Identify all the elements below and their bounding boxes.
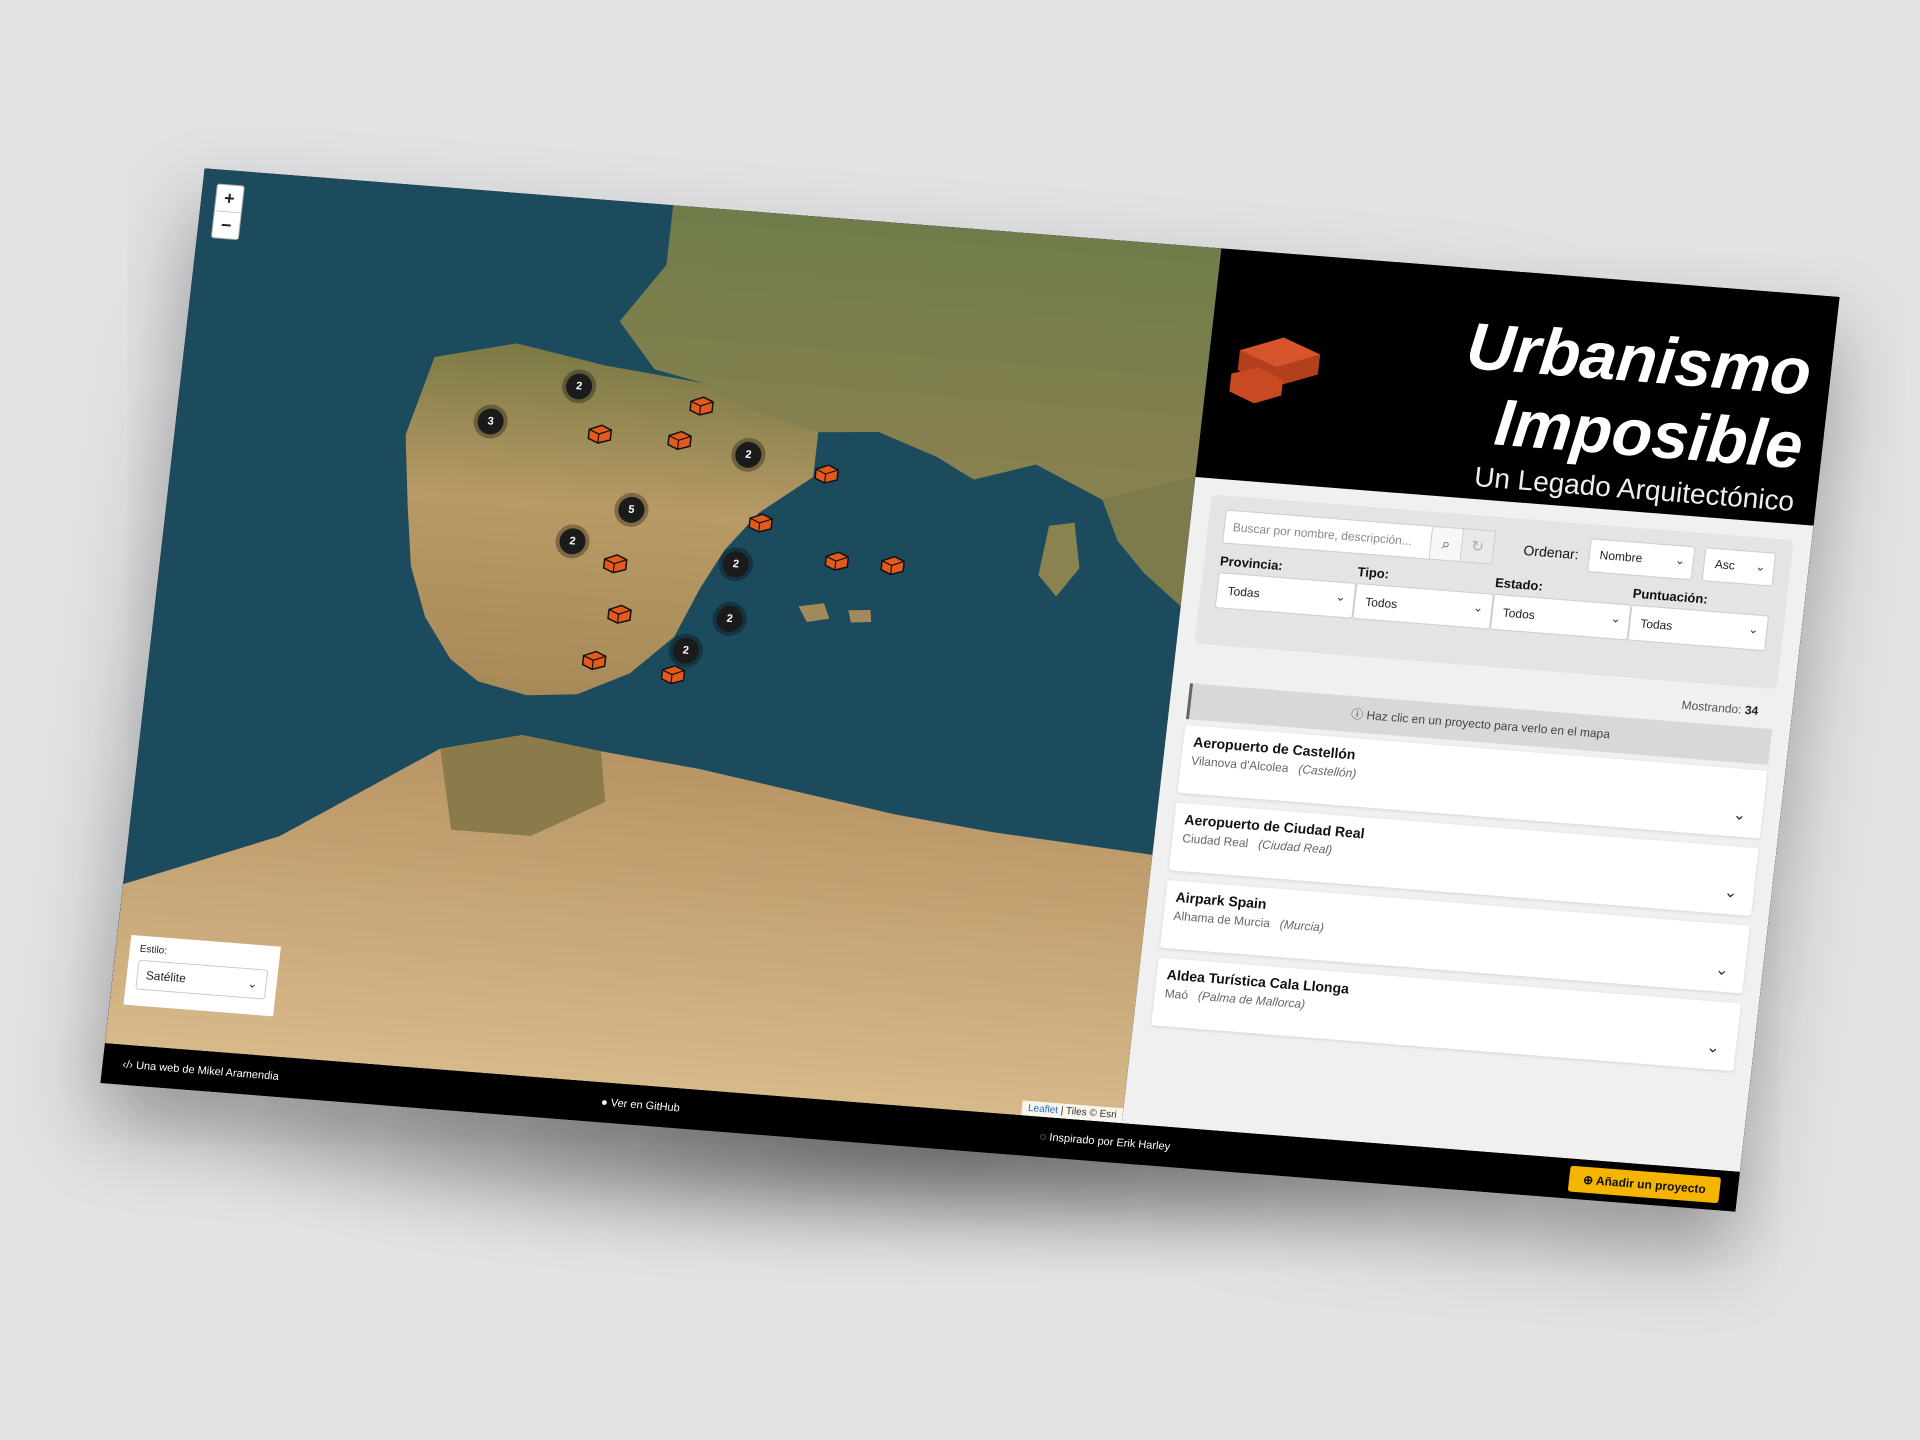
results-count-value: 34 <box>1744 702 1760 718</box>
project-province: (Murcia) <box>1279 917 1325 935</box>
leaflet-link[interactable]: Leaflet <box>1027 1103 1058 1116</box>
results-count: Mostrando: 34 <box>1681 698 1759 718</box>
project-brick-icon[interactable] <box>601 551 629 575</box>
github-link[interactable]: ● Ver en GitHub <box>600 1096 680 1114</box>
filter-puntuacion: Puntuación: Todas ⌄ <box>1627 586 1771 652</box>
author-link[interactable]: ‹/› Una web de Mikel Aramendia <box>122 1059 279 1083</box>
chevron-down-icon: ⌄ <box>1747 621 1760 637</box>
filter-provincia: Provincia: Todas ⌄ <box>1214 553 1359 619</box>
sort-direction-select[interactable]: Asc ⌄ <box>1701 547 1777 587</box>
chevron-down-icon: ⌄ <box>1674 552 1686 568</box>
chevron-down-icon: ⌄ <box>1334 589 1347 605</box>
chevron-down-icon: ⌄ <box>1610 611 1622 626</box>
page-title: Urbanismo Imposible <box>1455 308 1815 482</box>
app-window: + − 2 3 2 5 2 2 2 2 Estilo: Satélite ⌄ L… <box>100 168 1840 1212</box>
project-brick-icon[interactable] <box>879 553 907 577</box>
project-brick-icon[interactable] <box>665 427 693 451</box>
filter-tipo: Tipo: Todos ⌄ <box>1352 564 1496 630</box>
map-style-control: Estilo: Satélite ⌄ <box>123 934 281 1017</box>
filters-box: Buscar por nombre, descripción... ⌕ ↻ Or… <box>1194 494 1794 718</box>
chevron-down-icon: ⌄ <box>1754 559 1767 575</box>
chevron-down-icon[interactable]: ⌄ <box>1732 804 1748 825</box>
sort-direction-value: Asc <box>1714 557 1736 573</box>
estado-select[interactable]: Todos ⌄ <box>1489 593 1632 641</box>
map-style-value: Satélite <box>145 968 187 986</box>
add-project-label: Añadir un proyecto <box>1595 1173 1707 1197</box>
project-brick-icon[interactable] <box>823 548 851 572</box>
search-input[interactable]: Buscar por nombre, descripción... <box>1222 509 1433 560</box>
project-province: (Ciudad Real) <box>1257 837 1333 857</box>
chevron-down-icon: ⌄ <box>1472 600 1485 615</box>
sort-field-value: Nombre <box>1598 548 1644 566</box>
puntuacion-select[interactable]: Todas ⌄ <box>1627 604 1770 652</box>
add-project-button[interactable]: ⊕ Añadir un proyecto <box>1567 1165 1722 1204</box>
project-list: Aeropuerto de Castellón Vilanova d'Alcol… <box>1151 724 1768 1072</box>
puntuacion-value: Todas <box>1639 616 1674 633</box>
project-town: Alhama de Murcia <box>1172 908 1271 931</box>
chevron-down-icon[interactable]: ⌄ <box>1705 1037 1721 1058</box>
project-brick-icon[interactable] <box>688 393 716 417</box>
project-brick-icon[interactable] <box>586 421 614 445</box>
tipo-select[interactable]: Todos ⌄ <box>1352 582 1494 630</box>
chevron-down-icon: ⌄ <box>246 976 259 991</box>
github-icon: ● <box>600 1096 609 1109</box>
search-icon: ⌕ <box>1440 535 1452 554</box>
project-province: (Palma de Mallorca) <box>1197 988 1306 1012</box>
scene: + − 2 3 2 5 2 2 2 2 Estilo: Satélite ⌄ L… <box>0 0 1920 1440</box>
map-style-select[interactable]: Satélite ⌄ <box>135 959 269 1000</box>
side-panel: Urbanismo Imposible Un Legado Arquitectó… <box>1121 248 1840 1172</box>
provincia-value: Todas <box>1226 583 1261 601</box>
filter-estado: Estado: Todos ⌄ <box>1489 575 1634 641</box>
zoom-out-button[interactable]: − <box>211 210 241 240</box>
reset-button[interactable]: ↻ <box>1460 528 1496 565</box>
project-brick-icon[interactable] <box>659 662 687 686</box>
project-brick-icon[interactable] <box>605 601 633 625</box>
info-icon: ⓘ <box>1350 707 1365 722</box>
project-brick-icon[interactable] <box>813 461 841 485</box>
code-icon: ‹/› <box>121 1058 134 1072</box>
sort-field-select[interactable]: Nombre ⌄ <box>1586 538 1696 581</box>
map-view[interactable]: + − 2 3 2 5 2 2 2 2 Estilo: Satélite ⌄ L… <box>104 168 1222 1124</box>
github-text: Ver en GitHub <box>610 1097 681 1115</box>
search-button[interactable]: ⌕ <box>1429 525 1465 563</box>
author-text: Una web de Mikel Aramendia <box>135 1059 280 1083</box>
estado-value: Todos <box>1502 605 1536 623</box>
results-count-label: Mostrando: <box>1680 697 1743 717</box>
refresh-icon: ↻ <box>1470 537 1485 556</box>
project-brick-icon[interactable] <box>580 647 608 671</box>
inspired-link[interactable]: ◌ Inspirado por Erik Harley <box>1039 1131 1171 1153</box>
provincia-select[interactable]: Todas ⌄ <box>1214 572 1357 619</box>
zoom-in-button[interactable]: + <box>215 184 244 212</box>
project-town: Ciudad Real <box>1181 831 1250 851</box>
tipo-value: Todos <box>1364 594 1399 612</box>
project-town: Maó <box>1163 986 1189 1003</box>
project-brick-icon[interactable] <box>747 510 775 534</box>
chevron-down-icon[interactable]: ⌄ <box>1723 882 1739 903</box>
lightbulb-icon: ◌ <box>1039 1130 1047 1144</box>
plus-circle-icon: ⊕ <box>1582 1172 1594 1188</box>
brick-logo-icon <box>1229 337 1321 404</box>
inspired-text: Inspirado por Erik Harley <box>1048 1131 1171 1154</box>
sort-label: Ordenar: <box>1522 542 1580 563</box>
map-hint-text: Haz clic en un proyecto para verlo en el… <box>1365 708 1611 742</box>
project-town: Vilanova d'Alcolea <box>1190 753 1290 776</box>
project-province: (Castellón) <box>1297 762 1358 781</box>
chevron-down-icon[interactable]: ⌄ <box>1714 959 1730 980</box>
panel-content: Buscar por nombre, descripción... ⌕ ↻ Or… <box>1121 477 1814 1172</box>
